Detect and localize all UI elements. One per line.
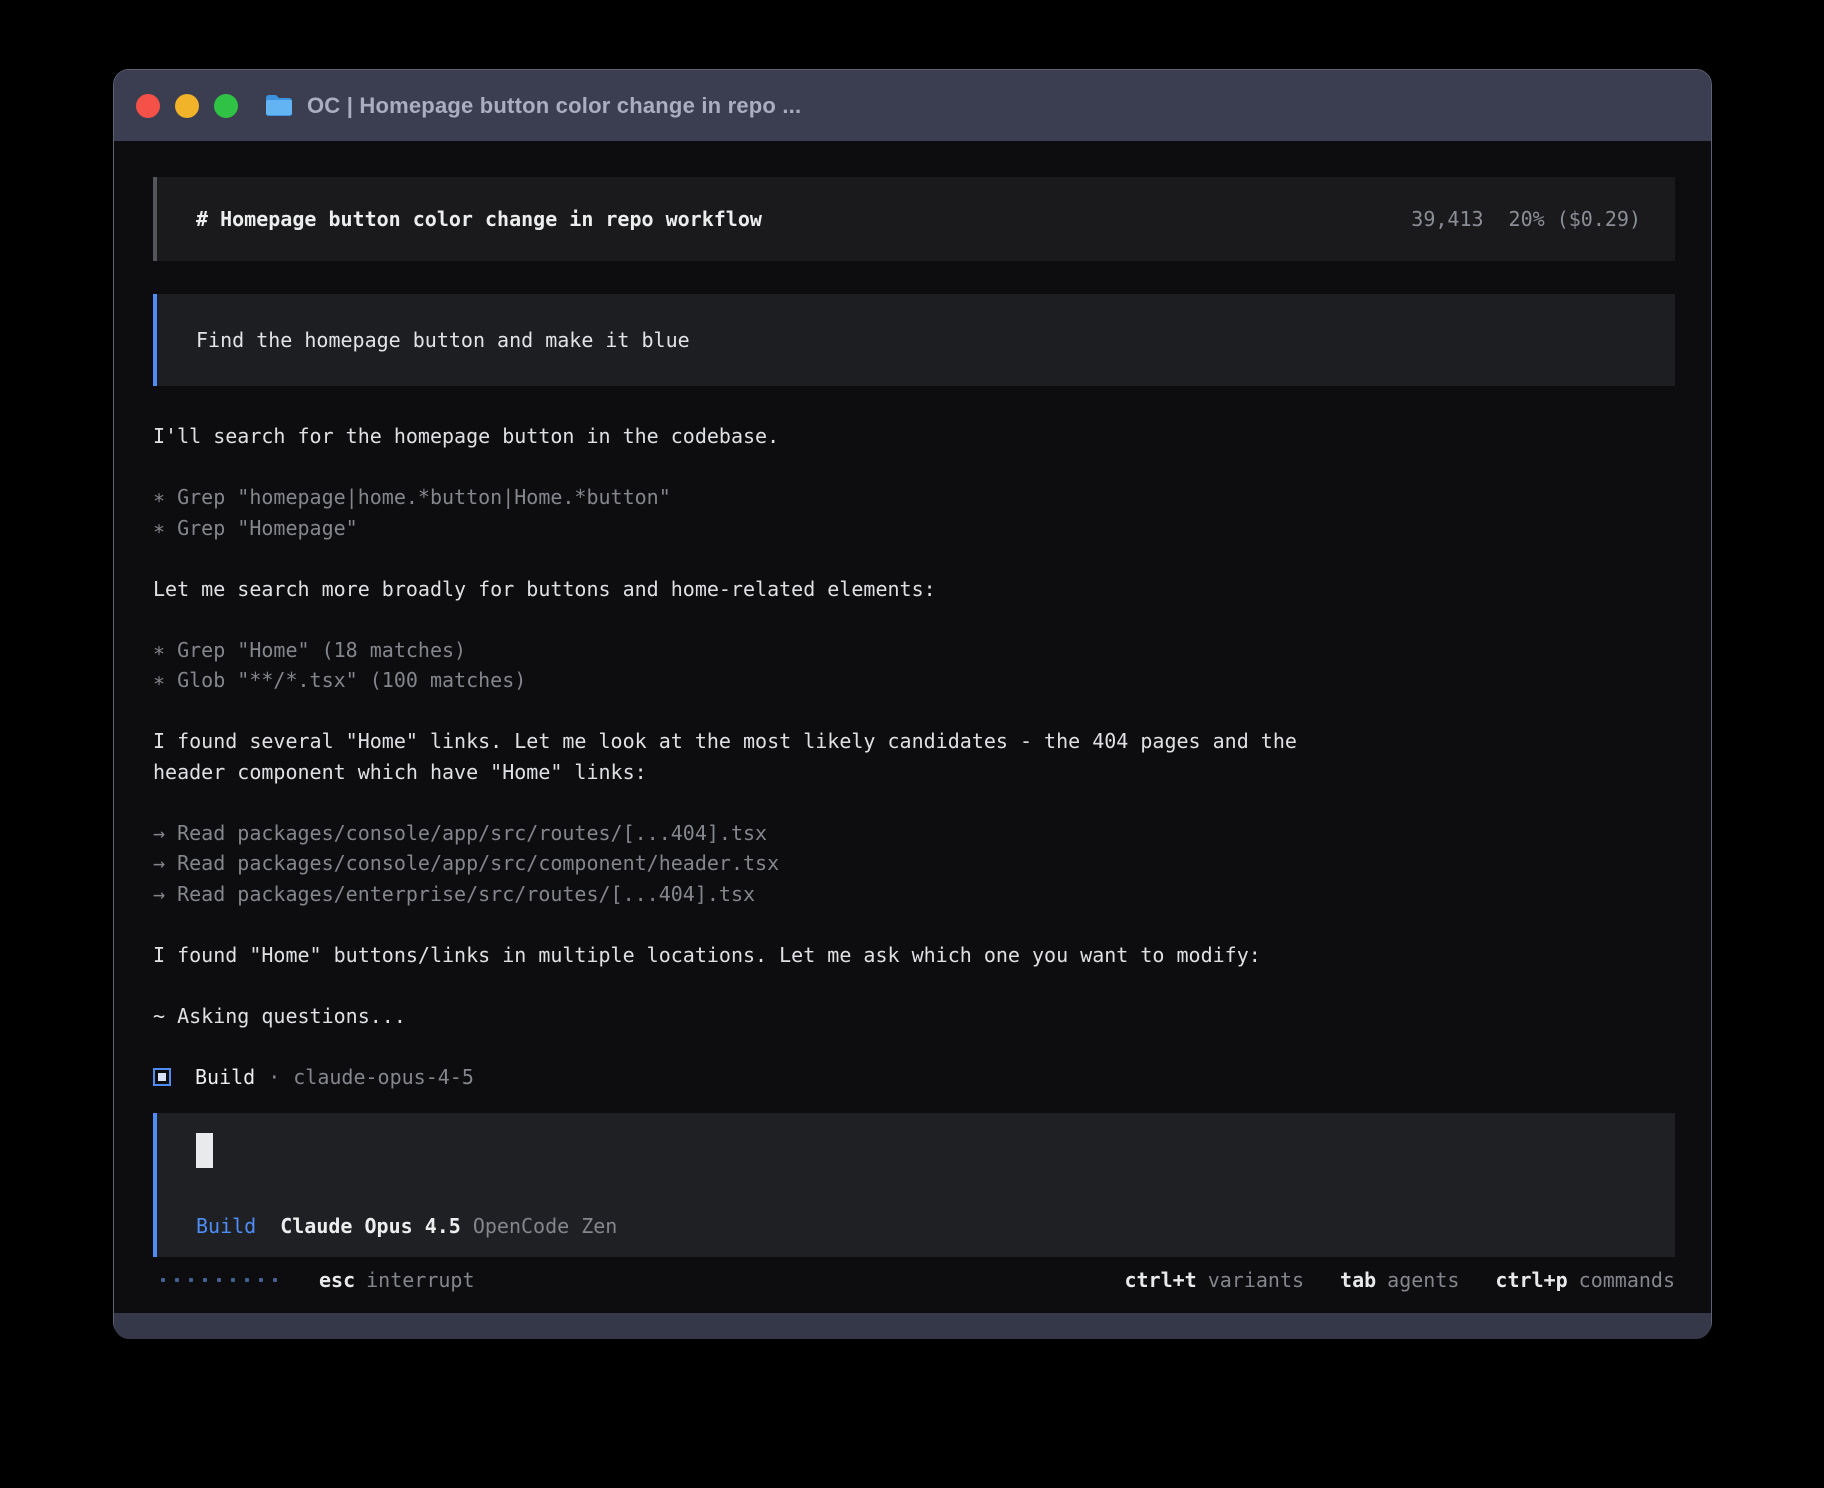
context-cost: 20% ($0.29): [1509, 204, 1641, 235]
assistant-text-line: I found "Home" buttons/links in multiple…: [153, 940, 1675, 971]
assistant-text-line: header component which have "Home" links…: [153, 757, 1675, 788]
window-title: OC | Homepage button color change in rep…: [307, 93, 801, 119]
close-button[interactable]: [136, 94, 160, 118]
session-title: # Homepage button color change in repo w…: [196, 204, 762, 235]
spinner-dot: [203, 1278, 207, 1282]
blank-line: [153, 1031, 1675, 1062]
window-bottom-edge: [114, 1313, 1711, 1339]
assistant-text-line: I'll search for the homepage button in t…: [153, 421, 1675, 452]
token-count: 39,413: [1411, 204, 1483, 235]
spinner-dot: [217, 1278, 221, 1282]
shortcut-label: agents: [1387, 1265, 1459, 1296]
session-stats: 39,413 20% ($0.29): [1411, 204, 1641, 235]
esc-key-hint: esc: [319, 1265, 355, 1296]
spinner-dot: [161, 1278, 165, 1282]
blank-line: [153, 787, 1675, 818]
shortcut-variants: ctrl+t variants: [1124, 1265, 1304, 1296]
spinner-dot: [231, 1278, 235, 1282]
status-bar: esc interrupt ctrl+t variants tab agents…: [153, 1265, 1675, 1295]
dot-separator: ·: [268, 1062, 280, 1093]
blank-line: [153, 696, 1675, 727]
assistant-text-line: ~ Asking questions...: [153, 1001, 1675, 1032]
spinner-dot: [259, 1278, 263, 1282]
prompt-input-area[interactable]: Build Claude Opus 4.5 OpenCode Zen: [153, 1113, 1675, 1257]
assistant-response: I'll search for the homepage button in t…: [153, 421, 1675, 1092]
build-mode-icon: [153, 1068, 171, 1086]
session-header: # Homepage button color change in repo w…: [153, 177, 1675, 261]
zoom-button[interactable]: [214, 94, 238, 118]
tool-call-line: → Read packages/enterprise/src/routes/[.…: [153, 879, 1675, 910]
titlebar: OC | Homepage button color change in rep…: [114, 70, 1711, 141]
tool-call-line: ∗ Glob "**/*.tsx" (100 matches): [153, 665, 1675, 696]
input-meta-row: Build Claude Opus 4.5 OpenCode Zen: [196, 1211, 1675, 1242]
text-cursor: [196, 1133, 213, 1168]
folder-icon: [264, 93, 294, 118]
tool-call-line: ∗ Grep "Homepage": [153, 513, 1675, 544]
esc-key-action: interrupt: [366, 1265, 474, 1296]
input-model-label: Claude Opus 4.5: [280, 1211, 461, 1242]
spinner-dot: [175, 1278, 179, 1282]
user-message-text: Find the homepage button and make it blu…: [196, 325, 690, 356]
minimize-button[interactable]: [175, 94, 199, 118]
shortcut-key: tab: [1340, 1265, 1376, 1296]
blank-line: [153, 543, 1675, 574]
input-provider-label: OpenCode Zen: [473, 1211, 618, 1242]
agent-mode: Build: [195, 1062, 255, 1093]
spinner-dot: [245, 1278, 249, 1282]
user-message: Find the homepage button and make it blu…: [153, 294, 1675, 386]
tool-call-line: ∗ Grep "homepage|home.*button|Home.*butt…: [153, 482, 1675, 513]
shortcut-commands: ctrl+p commands: [1495, 1265, 1675, 1296]
shortcut-label: commands: [1579, 1265, 1675, 1296]
input-mode-label: Build: [196, 1211, 256, 1242]
agent-status-row: Build · claude-opus-4-5: [153, 1062, 1675, 1093]
blank-line: [153, 604, 1675, 635]
shortcut-hints: ctrl+t variants tab agents ctrl+p comman…: [1124, 1265, 1675, 1296]
shortcut-label: variants: [1208, 1265, 1304, 1296]
blank-line: [153, 452, 1675, 483]
tool-call-line: → Read packages/console/app/src/routes/[…: [153, 818, 1675, 849]
spinner-dots: [161, 1278, 277, 1282]
shortcut-agents: tab agents: [1340, 1265, 1459, 1296]
assistant-text-line: Let me search more broadly for buttons a…: [153, 574, 1675, 605]
tool-call-line: ∗ Grep "Home" (18 matches): [153, 635, 1675, 666]
blank-line: [153, 970, 1675, 1001]
assistant-text-line: I found several "Home" links. Let me loo…: [153, 726, 1675, 757]
terminal-content: # Homepage button color change in repo w…: [114, 141, 1711, 1313]
spinner-dot: [273, 1278, 277, 1282]
tool-call-line: → Read packages/console/app/src/componen…: [153, 848, 1675, 879]
shortcut-key: ctrl+p: [1495, 1265, 1567, 1296]
terminal-window: OC | Homepage button color change in rep…: [113, 69, 1712, 1338]
spinner-dot: [189, 1278, 193, 1282]
blank-line: [153, 909, 1675, 940]
shortcut-key: ctrl+t: [1124, 1265, 1196, 1296]
traffic-lights: [136, 94, 238, 118]
agent-model: claude-opus-4-5: [293, 1062, 474, 1093]
